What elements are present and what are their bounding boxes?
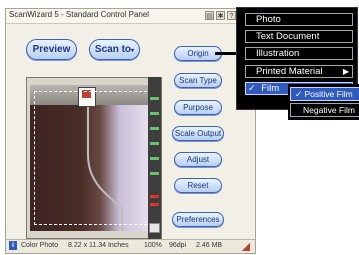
scan-type-label: Scan Type xyxy=(179,76,217,85)
scan-type-button[interactable]: Scan Type xyxy=(174,73,222,88)
scale-output-button[interactable]: Scale Output xyxy=(172,126,224,141)
menu-item-printed-material[interactable]: Printed Material ▶ xyxy=(245,65,353,78)
menu-item-text-document[interactable]: Text Document xyxy=(245,30,353,43)
scale-marker-red xyxy=(150,203,159,206)
reset-button[interactable]: Reset xyxy=(174,178,222,193)
check-icon: ✓ xyxy=(295,89,303,99)
preview-scale-bar xyxy=(148,77,161,239)
status-size: 2.46 MB xyxy=(196,242,223,249)
status-resolution: 96dpi xyxy=(169,242,187,249)
menu-item-label: Printed Material xyxy=(256,66,323,77)
crop-frame[interactable] xyxy=(34,91,152,225)
info-icon[interactable]: i xyxy=(9,241,17,250)
check-icon: ✓ xyxy=(248,83,256,93)
status-scale: 100% xyxy=(144,242,162,249)
scale-marker xyxy=(150,142,159,145)
help-icon[interactable]: ? xyxy=(227,11,236,20)
menu-item-positive-film[interactable]: ✓ Positive Film xyxy=(290,87,359,101)
menu-item-photo[interactable]: Photo xyxy=(245,13,353,26)
menu-item-label: Illustration xyxy=(256,48,300,59)
scale-marker xyxy=(150,157,159,160)
preferences-label: Preferences xyxy=(176,215,220,224)
status-type: Color Photo xyxy=(21,242,58,249)
purpose-button[interactable]: Purpose xyxy=(174,100,222,115)
tools-icon[interactable]: ✱ xyxy=(216,11,225,20)
resize-grip-icon[interactable] xyxy=(242,243,250,251)
reset-label: Reset xyxy=(187,181,209,190)
preferences-button[interactable]: Preferences xyxy=(172,212,224,227)
menu-item-label: Film xyxy=(261,83,280,94)
scan-to-label: Scan to xyxy=(94,44,132,55)
menu-item-illustration[interactable]: Illustration xyxy=(245,47,353,60)
title-bar: ScanWizard 5 - Standard Control Panel ▤ … xyxy=(6,9,255,24)
status-bar: i Color Photo 8.22 x 11.34 Inches 100% 9… xyxy=(6,239,255,253)
scanner-icon[interactable]: ▤ xyxy=(205,11,214,20)
purpose-label: Purpose xyxy=(183,103,213,112)
original-label: Origin xyxy=(187,49,209,58)
scale-marker xyxy=(150,172,159,175)
menu-item-label: Text Document xyxy=(256,31,320,42)
status-dimensions: 8.22 x 11.34 Inches xyxy=(68,242,129,249)
menu-item-label: Photo xyxy=(256,14,281,25)
submenu-arrow-icon: ▶ xyxy=(342,67,349,76)
scale-output-label: Scale Output xyxy=(174,129,222,138)
preview-label: Preview xyxy=(32,44,71,55)
adjust-label: Adjust xyxy=(186,155,210,164)
scanwizard-window: ScanWizard 5 - Standard Control Panel ▤ … xyxy=(5,8,256,254)
scale-marker xyxy=(150,97,159,100)
menu-connector xyxy=(215,52,237,55)
menu-item-negative-film[interactable]: Negative Film xyxy=(290,103,359,117)
adjust-button[interactable]: Adjust xyxy=(174,152,222,167)
scale-marker xyxy=(150,112,159,115)
menu-item-label: Negative Film xyxy=(303,105,355,115)
scale-marker-red xyxy=(150,195,159,198)
scale-marker xyxy=(150,127,159,130)
scanned-image xyxy=(30,85,158,231)
menu-item-label: Positive Film xyxy=(304,89,353,99)
window-title: ScanWizard 5 - Standard Control Panel xyxy=(9,10,150,19)
zoom-icon[interactable] xyxy=(149,223,160,233)
scan-to-button[interactable]: Scan to▾ xyxy=(89,39,140,60)
film-submenu: ✓ Positive Film Negative Film xyxy=(288,84,359,120)
chevron-down-icon: ▾ xyxy=(131,48,135,54)
preview-button[interactable]: Preview xyxy=(26,39,77,60)
preview-area[interactable] xyxy=(26,77,162,239)
